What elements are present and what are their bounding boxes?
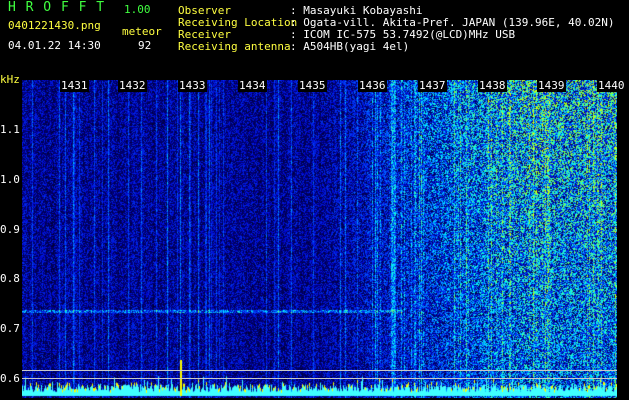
x-tick-label: 1435 [298, 79, 327, 92]
mode-label: meteor [122, 25, 162, 38]
timestamp: 04.01.22 14:30 [8, 39, 101, 52]
waterfall-canvas [22, 80, 617, 398]
x-tick-label: 1439 [537, 79, 566, 92]
x-tick-label: 1436 [358, 79, 387, 92]
app-title: H R O F F T [8, 0, 106, 15]
y-tick-label: 1.1 [0, 123, 20, 136]
y-tick-label: 0.7 [0, 322, 20, 335]
x-tick-label: 1434 [238, 79, 267, 92]
x-tick-label: 1432 [118, 79, 147, 92]
x-tick-label: 1437 [418, 79, 447, 92]
file-name: 0401221430.png [8, 19, 101, 32]
echo-count: 92 [138, 39, 152, 52]
x-tick-label: 1440 [597, 79, 626, 92]
hrofft-window: H R O F F T 1.00 0401221430.png meteor 0… [0, 0, 629, 400]
waterfall-plot [22, 80, 617, 398]
y-tick-label: 0.8 [0, 272, 20, 285]
y-tick-label: 0.9 [0, 223, 20, 236]
x-tick-label: 1433 [178, 79, 207, 92]
antenna-label: Receiving antenna [178, 40, 291, 53]
app-version: 1.00 [124, 3, 151, 16]
y-tick-label: 1.0 [0, 173, 20, 186]
antenna-value: : A504HB(yagi 4el) [290, 40, 410, 53]
y-tick-label: 0.6 [0, 372, 20, 385]
x-tick-label: 1431 [60, 79, 89, 92]
y-unit-label: kHz [0, 73, 20, 86]
reference-line-upper [22, 370, 617, 371]
x-tick-label: 1438 [478, 79, 507, 92]
reference-line-lower [22, 378, 617, 379]
